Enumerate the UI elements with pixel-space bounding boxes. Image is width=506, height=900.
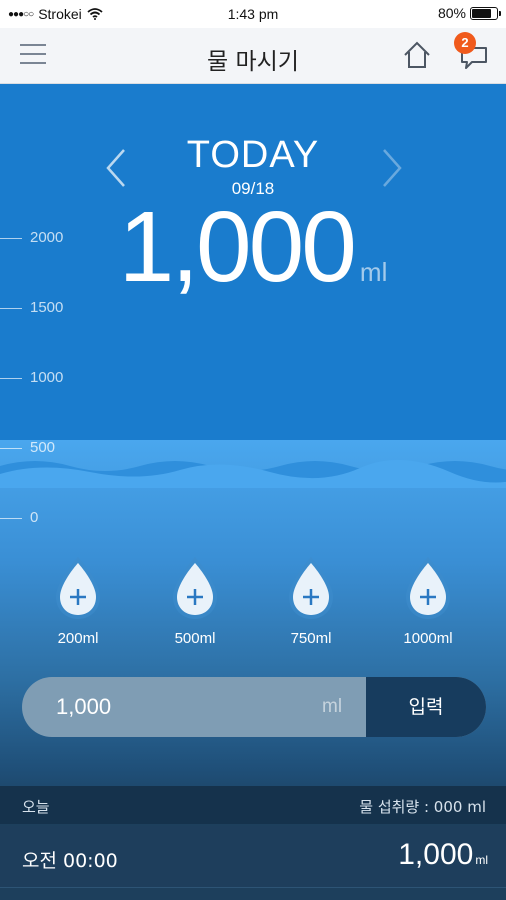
notification-badge: 2 xyxy=(454,32,476,54)
record-amount-group: 1,000 ml xyxy=(398,838,488,872)
wave-decoration xyxy=(0,460,506,488)
add-500ml-label: 500ml xyxy=(174,630,216,647)
list-item[interactable]: 오전 00:00 1,000 ml xyxy=(0,826,506,888)
record-time: 오전 00:00 xyxy=(22,850,118,872)
add-1000ml-label: 1000ml xyxy=(403,630,453,647)
day-label: TODAY xyxy=(186,134,320,176)
scale-tick xyxy=(0,518,22,519)
scale-tick xyxy=(0,448,22,449)
intake-unit: ml xyxy=(359,257,388,287)
home-button[interactable] xyxy=(402,40,432,70)
status-bar: ●●●○○ Strokei 1:43 pm 80% xyxy=(0,0,506,28)
summary-total-label: 물 섭취량 : 000 ml xyxy=(359,798,486,816)
battery-icon xyxy=(470,6,501,20)
record-unit: ml xyxy=(475,853,488,867)
chevron-left-icon xyxy=(106,149,125,187)
water-drop-plus-icon xyxy=(56,557,100,619)
record-amount: 1,000 xyxy=(398,838,474,871)
battery-percent: 80% xyxy=(437,5,466,21)
water-drop-plus-icon xyxy=(406,557,450,619)
add-750ml-label: 750ml xyxy=(290,630,332,647)
add-200ml-button[interactable]: 200ml xyxy=(38,555,118,647)
previous-day-button[interactable] xyxy=(102,146,130,190)
custom-amount-bar: ml 입력 xyxy=(22,677,486,737)
scale-tick xyxy=(0,378,22,379)
battery-group: 80% xyxy=(437,5,501,21)
scale-label-500: 500 xyxy=(30,439,56,456)
intake-value: 1,000 xyxy=(118,191,357,303)
add-200ml-label: 200ml xyxy=(57,630,99,647)
scale-label-0: 0 xyxy=(30,509,39,526)
scale-label-1000: 1000 xyxy=(30,369,64,386)
add-1000ml-button[interactable]: 1000ml xyxy=(388,555,468,647)
home-icon xyxy=(404,41,430,68)
intake-amount: 1,000 ml xyxy=(0,190,506,305)
amount-unit: ml xyxy=(322,696,343,717)
chevron-right-icon xyxy=(383,149,402,187)
add-500ml-button[interactable]: 500ml xyxy=(155,555,235,647)
battery-level-fill xyxy=(472,8,491,18)
summary-day-label: 오늘 xyxy=(22,798,50,816)
summary-header: 오늘 물 섭취량 : 000 ml xyxy=(0,786,506,824)
submit-button[interactable]: 입력 xyxy=(366,677,486,737)
amount-input[interactable] xyxy=(22,677,366,737)
nav-bar: 물 마시기 xyxy=(0,28,506,84)
add-750ml-button[interactable]: 750ml xyxy=(271,555,351,647)
quick-add-row: 200ml 500ml 750ml 1000ml xyxy=(0,555,506,655)
water-drop-plus-icon xyxy=(289,557,333,619)
water-drop-plus-icon xyxy=(173,557,217,619)
clock: 1:43 pm xyxy=(227,6,279,22)
scale-tick xyxy=(0,308,22,309)
next-day-button[interactable] xyxy=(378,146,406,190)
